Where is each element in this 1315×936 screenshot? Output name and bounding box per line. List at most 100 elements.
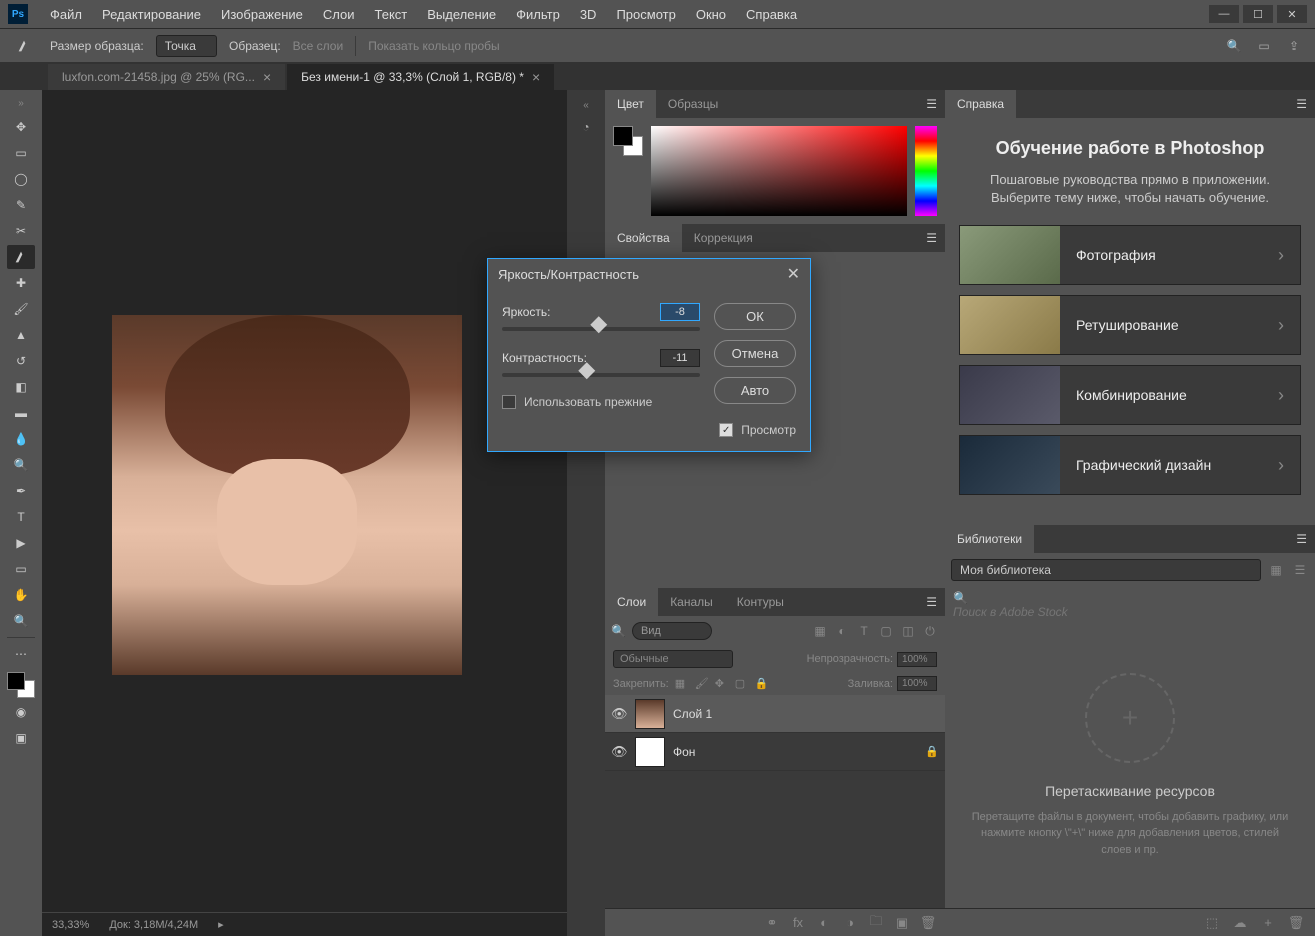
panel-menu-icon[interactable]: ☰ <box>1288 532 1315 546</box>
blur-tool[interactable]: 💧 <box>7 427 35 451</box>
pen-tool[interactable]: ✒ <box>7 479 35 503</box>
workspace-icon[interactable]: ▭ <box>1253 35 1275 57</box>
list-view-icon[interactable]: ☰ <box>1291 561 1309 579</box>
menu-file[interactable]: Файл <box>40 7 92 22</box>
learn-card-design[interactable]: Графический дизайн› <box>959 435 1301 495</box>
delete-layer-icon[interactable]: 🗑 <box>919 914 937 932</box>
toolbar-collapse-icon[interactable]: » <box>18 98 24 109</box>
cancel-button[interactable]: Отмена <box>714 340 796 367</box>
lasso-tool[interactable]: ◯ <box>7 167 35 191</box>
panel-menu-icon[interactable]: ☰ <box>918 231 945 245</box>
adjustment-layer-icon[interactable]: ◑ <box>841 914 859 932</box>
library-select[interactable]: Моя библиотека <box>951 559 1261 581</box>
document-tab-2[interactable]: Без имени-1 @ 33,3% (Слой 1, RGB/8) * × <box>287 64 554 90</box>
document-tab-1[interactable]: luxfon.com-21458.jpg @ 25% (RG... × <box>48 64 285 90</box>
contrast-slider[interactable] <box>502 373 700 377</box>
learn-card-retouch[interactable]: Ретуширование› <box>959 295 1301 355</box>
lock-artboard-icon[interactable]: ▢ <box>735 677 749 691</box>
brush-tool[interactable]: 🖌 <box>7 297 35 321</box>
layer-filter-kind[interactable]: Вид <box>632 622 712 640</box>
add-library-icon[interactable]: + <box>1259 914 1277 932</box>
grid-view-icon[interactable]: ▦ <box>1267 561 1285 579</box>
color-preview[interactable] <box>613 126 643 156</box>
menu-filter[interactable]: Фильтр <box>506 7 570 22</box>
opacity-input[interactable]: 100% <box>897 652 937 667</box>
sample-size-select[interactable]: Точка <box>156 35 217 57</box>
panel-menu-icon[interactable]: ☰ <box>918 595 945 609</box>
doc-size[interactable]: Док: 3,18M/4,24M <box>109 919 198 931</box>
menu-view[interactable]: Просмотр <box>606 7 685 22</box>
color-field[interactable] <box>651 126 907 216</box>
hand-tool[interactable]: ✋ <box>7 583 35 607</box>
adjustments-tab[interactable]: Коррекция <box>682 224 765 252</box>
brightness-slider[interactable] <box>502 327 700 331</box>
color-tab[interactable]: Цвет <box>605 90 656 118</box>
current-tool-icon[interactable] <box>10 34 38 58</box>
lock-pixels-icon[interactable]: 🖌 <box>695 677 709 691</box>
blend-mode-select[interactable]: Обычные <box>613 650 733 668</box>
fill-input[interactable]: 100% <box>897 676 937 691</box>
hue-slider[interactable] <box>915 126 937 216</box>
visibility-icon[interactable]: 👁 <box>611 706 627 722</box>
menu-image[interactable]: Изображение <box>211 7 313 22</box>
layer-row[interactable]: 👁 Фон 🔒 <box>605 733 945 771</box>
eraser-tool[interactable]: ◧ <box>7 375 35 399</box>
menu-3d[interactable]: 3D <box>570 7 607 22</box>
help-tab[interactable]: Справка <box>945 90 1016 118</box>
channels-tab[interactable]: Каналы <box>658 588 725 616</box>
cloud-icon[interactable]: ☁ <box>1231 914 1249 932</box>
status-chevron-icon[interactable]: ▸ <box>218 918 224 931</box>
menu-window[interactable]: Окно <box>686 7 736 22</box>
ok-button[interactable]: ОК <box>714 303 796 330</box>
libraries-tab[interactable]: Библиотеки <box>945 525 1034 553</box>
lock-position-icon[interactable]: ✥ <box>715 677 729 691</box>
learn-card-photo[interactable]: Фотография› <box>959 225 1301 285</box>
lock-all-icon[interactable]: 🔒 <box>755 677 769 691</box>
panel-menu-icon[interactable]: ☰ <box>1288 97 1315 111</box>
layer-thumbnail[interactable] <box>635 737 665 767</box>
window-close[interactable]: ✕ <box>1277 5 1307 23</box>
layer-name[interactable]: Слой 1 <box>673 707 712 721</box>
swatches-tab[interactable]: Образцы <box>656 90 730 118</box>
screen-mode-tool[interactable]: ▣ <box>7 726 35 750</box>
close-icon[interactable]: ✕ <box>787 264 800 284</box>
zoom-level[interactable]: 33,33% <box>52 919 89 931</box>
expand-icon[interactable]: « <box>583 100 589 111</box>
window-minimize[interactable]: — <box>1209 5 1239 23</box>
filter-smart-icon[interactable]: ◫ <box>899 622 917 640</box>
layer-name[interactable]: Фон <box>673 745 695 759</box>
eyedropper-tool[interactable] <box>7 245 35 269</box>
edit-toolbar[interactable]: ⋯ <box>7 642 35 666</box>
properties-tab[interactable]: Свойства <box>605 224 682 252</box>
move-tool[interactable]: ✥ <box>7 115 35 139</box>
filter-toggle-icon[interactable]: ⏻ <box>921 622 939 640</box>
shape-tool[interactable]: ▭ <box>7 557 35 581</box>
show-ring-label[interactable]: Показать кольцо пробы <box>368 39 499 53</box>
heal-tool[interactable]: ✚ <box>7 271 35 295</box>
stamp-tool[interactable]: ▲ <box>7 323 35 347</box>
auto-button[interactable]: Авто <box>714 377 796 404</box>
history-panel-icon[interactable]: ◔ <box>574 115 598 139</box>
foreground-color[interactable] <box>7 672 25 690</box>
filter-adjust-icon[interactable]: ◐ <box>833 622 851 640</box>
layer-mask-icon[interactable]: ◐ <box>815 914 833 932</box>
contrast-input[interactable] <box>660 349 700 367</box>
dodge-tool[interactable]: 🔍 <box>7 453 35 477</box>
dialog-titlebar[interactable]: Яркость/Контрастность ✕ <box>488 259 810 289</box>
brightness-input[interactable] <box>660 303 700 321</box>
layer-fx-icon[interactable]: fx <box>789 914 807 932</box>
gradient-tool[interactable]: ▬ <box>7 401 35 425</box>
preview-checkbox[interactable]: ✓ <box>719 423 733 437</box>
layer-row[interactable]: 👁 Слой 1 <box>605 695 945 733</box>
new-layer-icon[interactable]: ▣ <box>893 914 911 932</box>
checkbox-icon[interactable] <box>502 395 516 409</box>
crop-tool[interactable]: ✂ <box>7 219 35 243</box>
learn-card-combine[interactable]: Комбинирование› <box>959 365 1301 425</box>
canvas[interactable] <box>42 90 567 912</box>
menu-edit[interactable]: Редактирование <box>92 7 211 22</box>
window-maximize[interactable]: ☐ <box>1243 5 1273 23</box>
type-tool[interactable]: T <box>7 505 35 529</box>
close-icon[interactable]: × <box>263 69 271 85</box>
lock-transparent-icon[interactable]: ▦ <box>675 677 689 691</box>
filter-type-icon[interactable]: T <box>855 622 873 640</box>
